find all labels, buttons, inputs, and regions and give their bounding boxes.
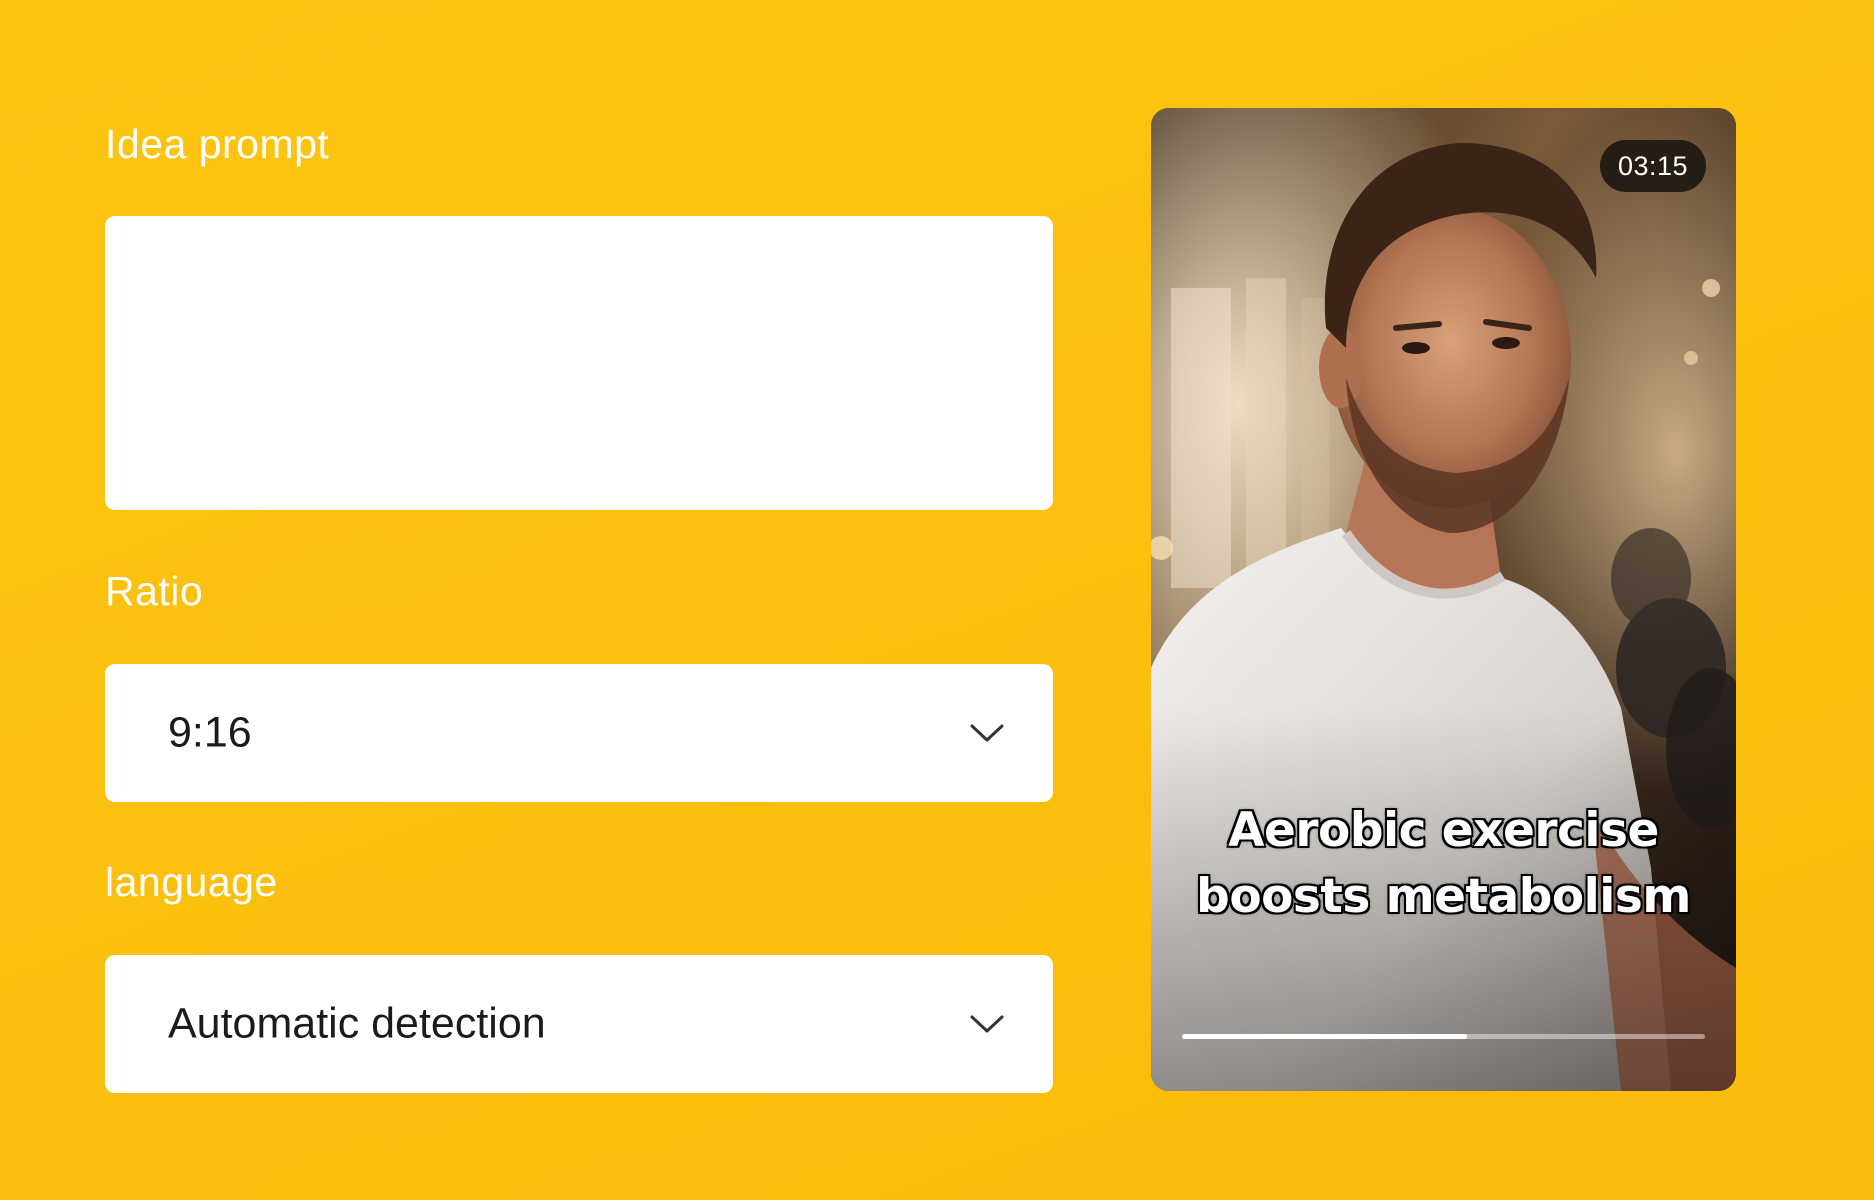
- caption-line: boosts metabolism: [1195, 868, 1693, 926]
- ratio-label: Ratio: [105, 568, 204, 614]
- language-select[interactable]: Automatic detection: [105, 955, 1053, 1093]
- chevron-down-icon: [970, 1015, 1004, 1033]
- video-progress-fill: [1182, 1034, 1468, 1039]
- video-preview[interactable]: 03:15 Aerobic exercise boosts metabolism: [1151, 108, 1736, 1091]
- ratio-select[interactable]: 9:16: [105, 664, 1053, 802]
- idea-prompt-input[interactable]: [105, 216, 1053, 510]
- language-label: language: [105, 859, 278, 905]
- language-selected-value: Automatic detection: [168, 999, 546, 1048]
- video-thumbnail: [1151, 108, 1736, 1091]
- idea-prompt-label: Idea prompt: [105, 121, 330, 167]
- video-progress-bar[interactable]: [1182, 1034, 1705, 1039]
- chevron-down-icon: [970, 724, 1004, 742]
- ratio-selected-value: 9:16: [168, 708, 252, 757]
- caption-line: Aerobic exercise: [1227, 802, 1661, 860]
- video-caption: Aerobic exercise boosts metabolism: [1151, 798, 1736, 930]
- duration-badge: 03:15: [1600, 140, 1706, 192]
